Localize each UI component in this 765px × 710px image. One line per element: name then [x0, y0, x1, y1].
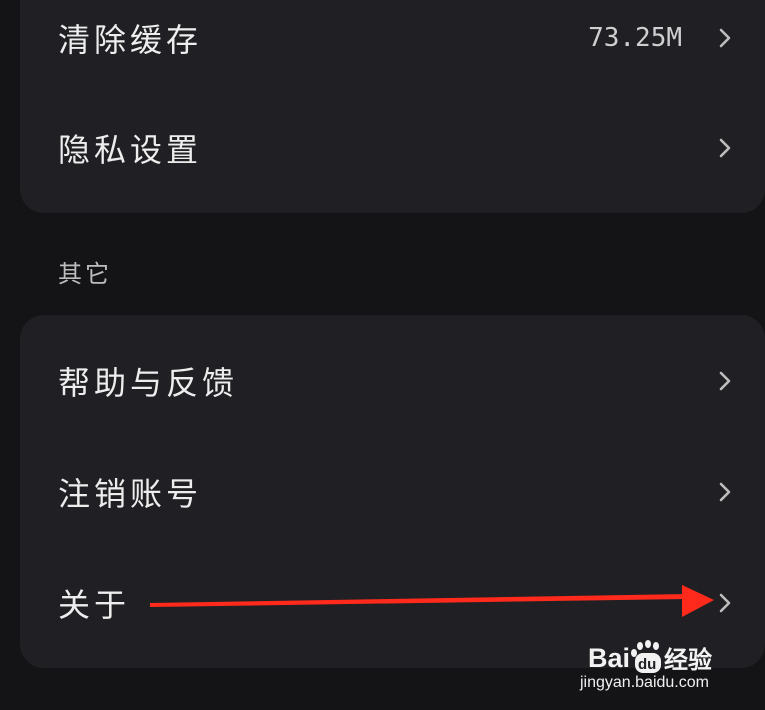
cancel-account-label: 注销账号: [58, 475, 203, 513]
section-title-other: 其它: [58, 260, 112, 288]
chevron-right-icon: [719, 138, 731, 158]
clear-cache-row[interactable]: 清除缓存 73.25M: [20, 0, 765, 93]
cancel-account-row[interactable]: 注销账号: [20, 437, 765, 547]
settings-card-storage: 清除缓存 73.25M 隐私设置: [20, 0, 765, 213]
chevron-right-icon: [719, 593, 731, 613]
help-feedback-label: 帮助与反馈: [58, 364, 239, 402]
privacy-settings-label: 隐私设置: [58, 131, 203, 169]
svg-text:du: du: [638, 656, 656, 673]
help-feedback-row[interactable]: 帮助与反馈: [20, 326, 765, 436]
about-label: 关于: [58, 586, 131, 624]
privacy-settings-row[interactable]: 隐私设置: [20, 93, 765, 203]
watermark-url: jingyan.baidu.com: [580, 674, 709, 691]
clear-cache-label: 清除缓存: [58, 21, 203, 59]
settings-card-other: 帮助与反馈 注销账号 关于: [20, 315, 765, 668]
svg-text:经验: 经验: [664, 646, 712, 674]
cache-size-value: 73.25M: [588, 23, 682, 53]
chevron-right-icon: [719, 28, 731, 48]
baidu-jingyan-watermark: Bai du 经验 jingyan.baidu.com: [580, 626, 750, 696]
baidu-jingyan-logo: Bai du 经验: [588, 640, 712, 674]
chevron-right-icon: [719, 371, 731, 391]
chevron-right-icon: [719, 482, 731, 502]
svg-text:Bai: Bai: [588, 643, 630, 673]
